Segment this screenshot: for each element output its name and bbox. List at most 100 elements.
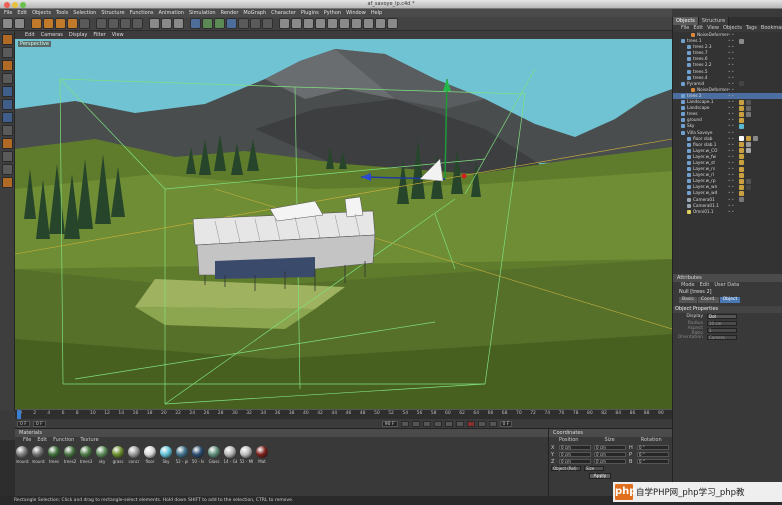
play-forward-icon[interactable] [433, 420, 442, 427]
material-swatch[interactable]: 14 - Gk [224, 446, 237, 464]
object-tag-icon[interactable] [739, 190, 744, 196]
object-tag-icon[interactable] [739, 105, 744, 111]
redo-icon[interactable] [14, 18, 25, 29]
x-axis-lock-icon[interactable] [96, 18, 107, 29]
visibility-dots-icon[interactable]: • • [728, 57, 737, 61]
tweak-mode-icon[interactable] [1, 138, 13, 149]
visibility-dots-icon[interactable]: • • [728, 154, 737, 159]
coordinate-system-icon[interactable] [132, 18, 143, 29]
tab-structure[interactable]: Structure [698, 17, 730, 25]
object-tag-icon[interactable] [739, 148, 744, 154]
visibility-dots-icon[interactable]: • • [728, 100, 737, 104]
lock-workplane-icon[interactable] [1, 164, 13, 175]
snap-icon[interactable] [1, 151, 13, 162]
attribute-value[interactable]: Dot [707, 314, 737, 319]
object-tag-icon[interactable] [746, 136, 751, 142]
polygons-mode-icon[interactable] [1, 112, 13, 123]
camera-icon[interactable] [250, 18, 261, 29]
autokey-icon[interactable] [477, 420, 486, 427]
menu-structure[interactable]: Structure [101, 10, 124, 16]
visibility-dots-icon[interactable]: • • [728, 197, 737, 202]
size-mode-select[interactable]: Size [584, 466, 604, 471]
materials-menu-file[interactable]: File [23, 437, 31, 444]
object-menu-file[interactable]: File [681, 25, 689, 32]
viewport-menu-view[interactable]: View [112, 32, 124, 38]
visibility-dots-icon[interactable]: • • [728, 173, 737, 177]
materials-menu-texture[interactable]: Texture [80, 437, 98, 444]
sky-icon[interactable] [351, 18, 362, 29]
attr-tab-basic[interactable]: Basic [679, 297, 697, 303]
y-axis-lock-icon[interactable] [108, 18, 119, 29]
visibility-dots-icon[interactable]: • • [728, 39, 737, 43]
points-mode-icon[interactable] [1, 86, 13, 97]
size-field[interactable]: 0 cm [594, 445, 626, 450]
workplane-icon[interactable] [1, 73, 13, 84]
edges-mode-icon[interactable] [1, 99, 13, 110]
menu-file[interactable]: File [4, 10, 12, 16]
visibility-dots-icon[interactable]: • • [728, 148, 737, 153]
mograph-cloner-icon[interactable] [303, 18, 314, 29]
material-swatch[interactable]: trees3 [80, 446, 92, 464]
object-tag-icon[interactable] [739, 99, 744, 105]
object-menu-tags[interactable]: Tags [746, 25, 757, 32]
3d-viewport[interactable]: Perspective [15, 39, 672, 409]
object-menu-view[interactable]: View [707, 25, 719, 32]
object-tag-icon[interactable] [739, 38, 744, 44]
menu-plugins[interactable]: Plugins [301, 10, 319, 16]
tag-icon[interactable] [375, 18, 386, 29]
material-swatch[interactable]: 52 - Mt [240, 446, 253, 464]
enable-axis-icon[interactable] [1, 125, 13, 136]
record-icon[interactable] [466, 420, 475, 427]
object-tag-icon[interactable] [739, 178, 744, 184]
materials-menu-function[interactable]: Function [53, 437, 74, 444]
layout-icon[interactable] [387, 18, 398, 29]
object-tag-icon[interactable] [739, 111, 744, 117]
move-icon[interactable] [43, 18, 54, 29]
fps-field[interactable]: 0 F [499, 420, 513, 427]
object-tag-icon[interactable] [746, 148, 751, 154]
rotation-field[interactable]: 0 ° [637, 452, 669, 457]
object-tag-icon[interactable] [746, 105, 751, 111]
visibility-dots-icon[interactable]: • • [728, 81, 737, 86]
object-tag-icon[interactable] [753, 136, 758, 142]
array-icon[interactable] [214, 18, 225, 29]
visibility-dots-icon[interactable]: • • [728, 106, 737, 110]
start-frame-field[interactable]: 0 F [32, 420, 46, 427]
object-tag-icon[interactable] [739, 184, 744, 190]
visibility-dots-icon[interactable]: • • [728, 51, 737, 55]
material-swatch[interactable]: Mat [256, 446, 268, 464]
apply-button[interactable]: Apply [589, 472, 611, 479]
tab-objects[interactable]: Objects [673, 17, 699, 25]
visibility-dots-icon[interactable]: • • [728, 75, 737, 80]
subdivision-icon[interactable] [291, 18, 302, 29]
menu-functions[interactable]: Functions [130, 10, 154, 16]
position-field[interactable]: 0 cm [559, 459, 591, 464]
viewport-menu-edit[interactable]: Edit [25, 32, 35, 38]
object-menu-objects[interactable]: Objects [723, 25, 742, 32]
object-tag-icon[interactable] [746, 111, 751, 117]
go-to-start-icon[interactable] [400, 420, 409, 427]
step-forward-icon[interactable] [444, 420, 453, 427]
position-field[interactable]: 0 cm [559, 445, 591, 450]
undo-icon[interactable] [2, 18, 13, 29]
object-tree-row[interactable]: Omni01.1 • • [673, 209, 782, 215]
bend-deformer-icon[interactable] [226, 18, 237, 29]
menu-tools[interactable]: Tools [56, 10, 68, 16]
visibility-dots-icon[interactable]: • • [728, 93, 737, 98]
spline-pen-icon[interactable] [279, 18, 290, 29]
object-menu-bookmarks[interactable]: Bookmarks [761, 25, 782, 32]
menu-objects[interactable]: Objects [32, 10, 51, 16]
menu-window[interactable]: Window [346, 10, 366, 16]
object-tag-icon[interactable] [746, 178, 751, 184]
menu-simulation[interactable]: Simulation [189, 10, 216, 16]
texture-mode-icon[interactable] [1, 60, 13, 71]
visibility-dots-icon[interactable]: • • [728, 112, 737, 116]
visibility-dots-icon[interactable]: • • [728, 136, 737, 141]
visibility-dots-icon[interactable]: • • [728, 45, 737, 49]
play-backward-icon[interactable] [422, 420, 431, 427]
cube-icon[interactable] [190, 18, 201, 29]
end-frame-field[interactable]: 90 F [381, 420, 398, 427]
viewport-menu-cameras[interactable]: Cameras [41, 32, 63, 38]
menu-selection[interactable]: Selection [73, 10, 96, 16]
keyframe-selection-icon[interactable] [488, 420, 497, 427]
